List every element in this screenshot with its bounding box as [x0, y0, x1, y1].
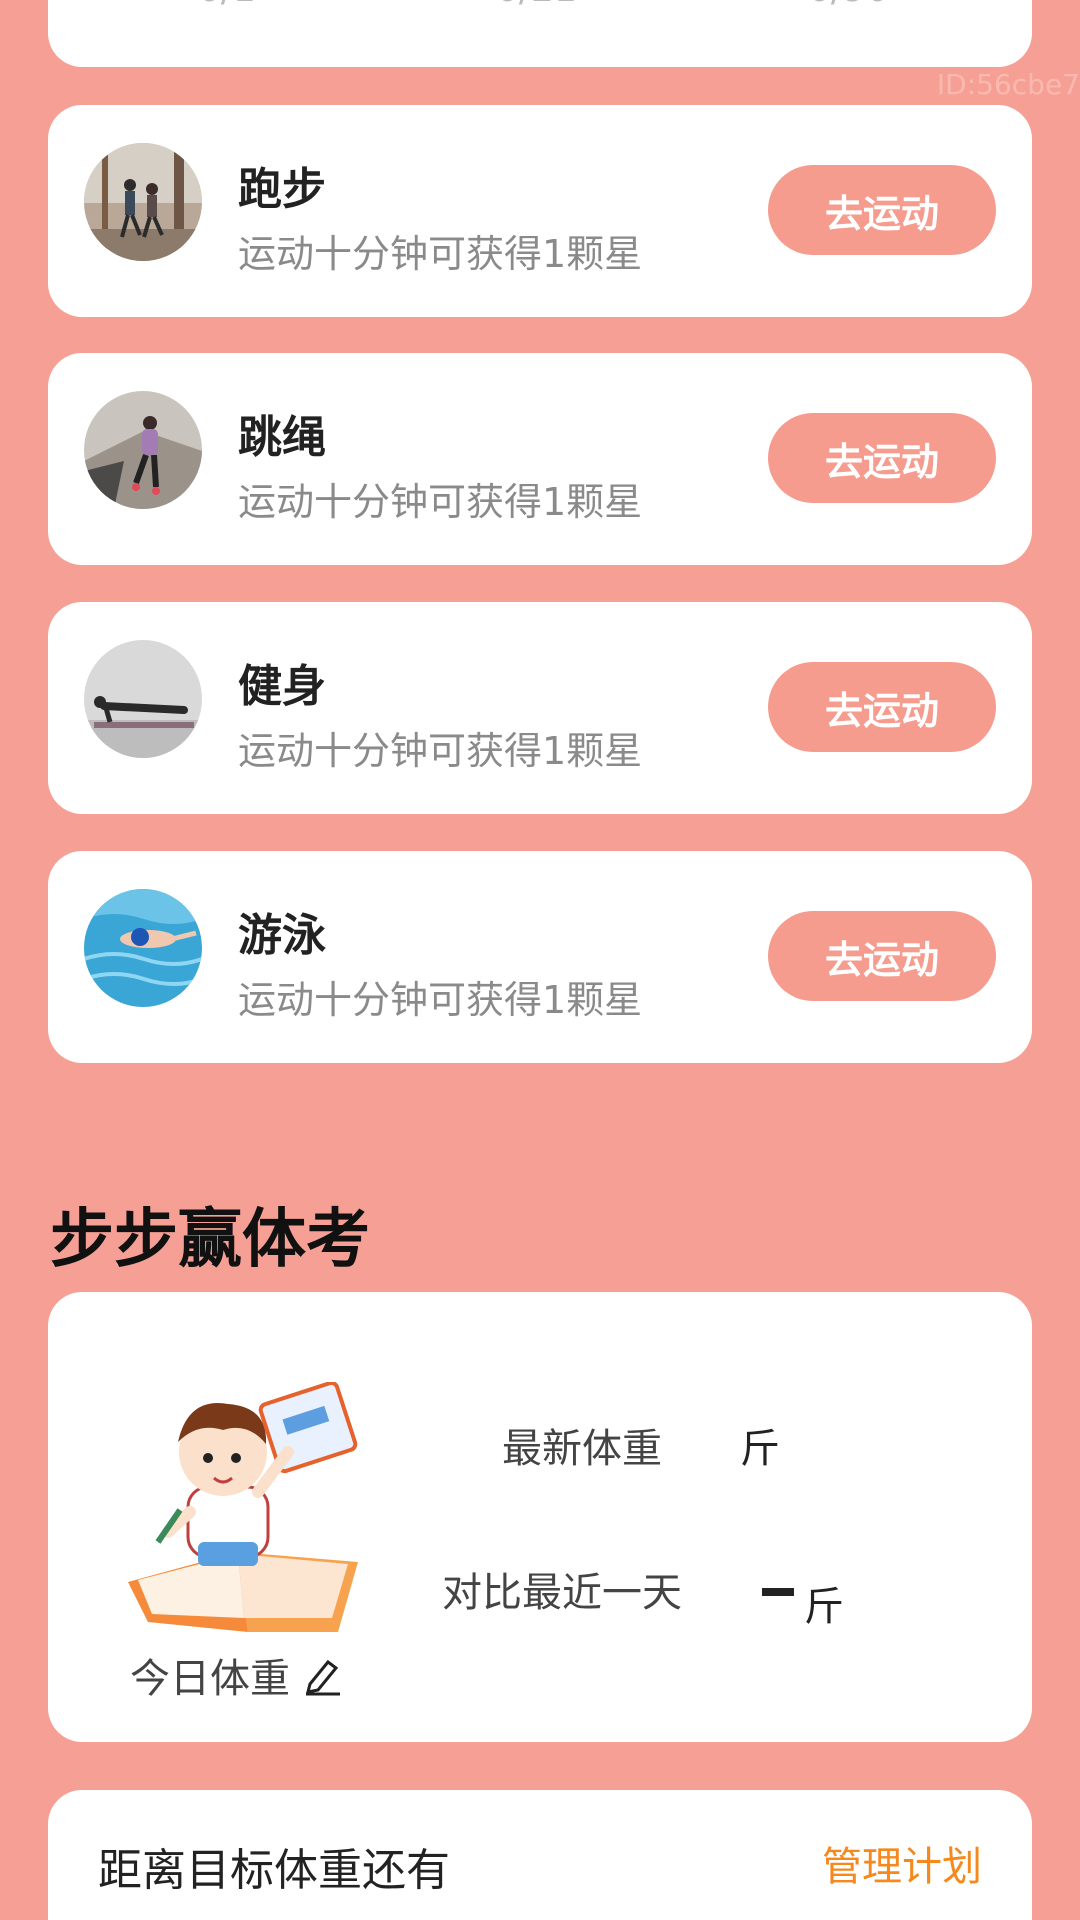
stats-row: 0/1 0/21 0/90	[48, 0, 1032, 27]
latest-weight-label: 最新体重	[502, 1426, 662, 1472]
exercise-card-fitness: 健身 运动十分钟可获得1颗星 去运动	[48, 602, 1032, 814]
stats-card: 0/1 0/21 0/90	[48, 0, 1032, 67]
mascot-illustration	[118, 1380, 378, 1642]
watermark: ID:56cbe7	[936, 68, 1080, 101]
latest-weight-unit: 斤	[740, 1426, 780, 1472]
go-exercise-button-jump-rope[interactable]: 去运动	[768, 413, 996, 503]
compare-weight-label: 对比最近一天	[442, 1570, 682, 1616]
exercise-name: 游泳	[238, 910, 326, 961]
target-weight-card: 距离目标体重还有 管理计划	[48, 1790, 1032, 1920]
exercise-description: 运动十分钟可获得1颗星	[238, 729, 643, 773]
swimming-thumbnail	[84, 889, 202, 1007]
today-weight-label: 今日体重	[130, 1656, 290, 1702]
compare-weight-unit: 斤	[804, 1584, 844, 1630]
stat-value-3: 0/90	[808, 0, 889, 10]
go-exercise-button-running[interactable]: 去运动	[768, 165, 996, 255]
exercise-card-jump-rope: 跳绳 运动十分钟可获得1颗星 去运动	[48, 353, 1032, 565]
target-weight-label: 距离目标体重还有	[98, 1845, 450, 1896]
exercise-description: 运动十分钟可获得1颗星	[238, 232, 643, 276]
section-title: 步步赢体考	[50, 1203, 370, 1277]
edit-icon[interactable]	[304, 1654, 342, 1696]
go-exercise-button-swimming[interactable]: 去运动	[768, 911, 996, 1001]
exercise-name: 健身	[238, 661, 326, 712]
weight-card: 今日体重 最新体重 斤 对比最近一天 斤	[48, 1292, 1032, 1742]
compare-weight-dash	[762, 1588, 794, 1596]
today-weight-button[interactable]: 今日体重	[130, 1646, 342, 1704]
exercise-description: 运动十分钟可获得1颗星	[238, 480, 643, 524]
stat-value-2: 0/21	[496, 0, 577, 10]
exercise-card-running: 跑步 运动十分钟可获得1颗星 去运动	[48, 105, 1032, 317]
go-exercise-button-fitness[interactable]: 去运动	[768, 662, 996, 752]
exercise-name: 跑步	[238, 164, 326, 215]
jump-rope-thumbnail	[84, 391, 202, 509]
manage-plan-link[interactable]: 管理计划	[822, 1834, 982, 1892]
stat-value-1: 0/1	[198, 0, 256, 10]
exercise-name: 跳绳	[238, 412, 326, 463]
fitness-thumbnail	[84, 640, 202, 758]
exercise-description: 运动十分钟可获得1颗星	[238, 978, 643, 1022]
exercise-card-swimming: 游泳 运动十分钟可获得1颗星 去运动	[48, 851, 1032, 1063]
running-thumbnail	[84, 143, 202, 261]
